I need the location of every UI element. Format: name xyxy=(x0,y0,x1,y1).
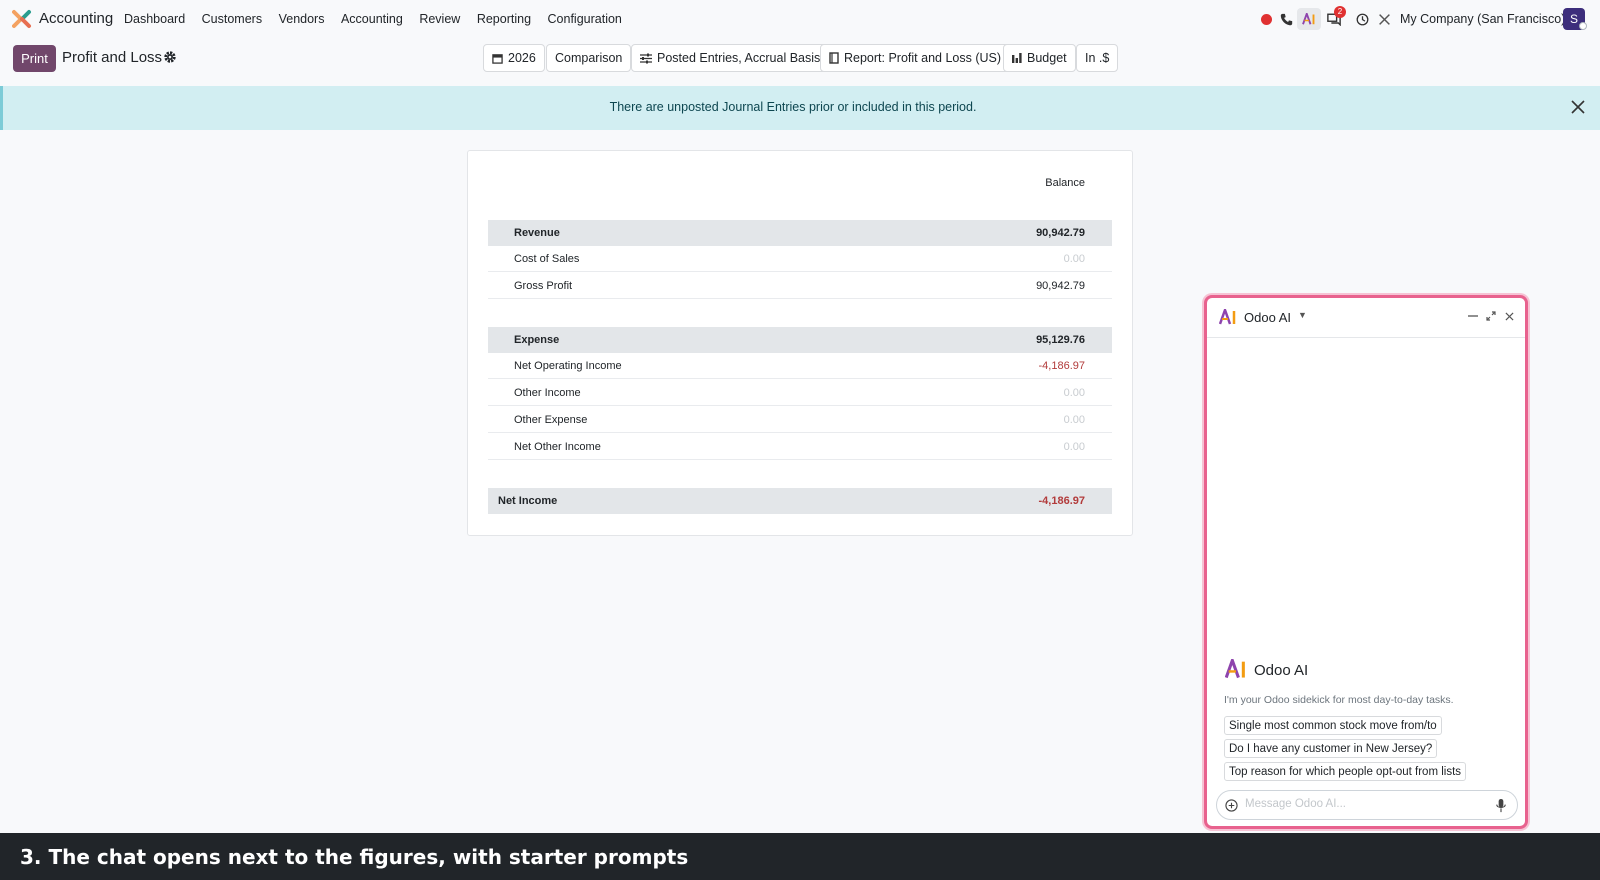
bar-chart-icon xyxy=(1012,53,1022,63)
table-row[interactable]: Other Expense 0.00 xyxy=(488,407,1112,433)
table-row[interactable]: Cost of Sales 0.00 xyxy=(488,246,1112,272)
alert-text: There are unposted Journal Entries prior… xyxy=(609,100,977,114)
row-value: 90,942.79 xyxy=(1036,227,1085,239)
company-switcher[interactable]: My Company (San Francisco) xyxy=(1400,12,1565,26)
microphone-icon[interactable] xyxy=(1495,798,1507,813)
row-value: 0.00 xyxy=(1063,386,1085,399)
date-filter-button[interactable]: 2026 xyxy=(483,44,545,72)
table-row[interactable]: Other Income 0.00 xyxy=(488,380,1112,406)
starter-prompt[interactable]: Do I have any customer in New Jersey? xyxy=(1224,739,1438,758)
odoo-ai-icon xyxy=(1225,659,1245,679)
table-row[interactable]: Net Operating Income -4,186.97 xyxy=(488,353,1112,379)
row-value: 0.00 xyxy=(1063,252,1085,265)
odoo-ai-chat-window: Odoo AI ▼ Odoo AI I'm your Odoo sidekick… xyxy=(1204,295,1528,829)
row-label: Gross Profit xyxy=(514,279,573,292)
presence-status-icon xyxy=(1579,22,1587,30)
close-icon[interactable] xyxy=(1570,99,1586,115)
row-value: -4,186.97 xyxy=(1038,495,1085,507)
print-button[interactable]: Print xyxy=(13,45,56,72)
odoo-ai-icon xyxy=(1219,309,1236,325)
menu-vendors[interactable]: Vendors xyxy=(279,12,325,26)
row-value: 0.00 xyxy=(1063,440,1085,453)
menu-accounting[interactable]: Accounting xyxy=(341,12,403,26)
comparison-label: Comparison xyxy=(555,51,623,65)
calendar-icon xyxy=(492,53,503,64)
row-label: Cost of Sales xyxy=(514,252,580,265)
phone-icon[interactable] xyxy=(1278,11,1294,27)
close-icon[interactable] xyxy=(1503,309,1515,323)
row-label: Other Expense xyxy=(514,413,588,426)
report-variant-button[interactable]: Report: Profit and Loss (US) xyxy=(820,44,1011,72)
chat-title[interactable]: Odoo AI xyxy=(1244,310,1291,325)
report-variant-label: Report: Profit and Loss (US) xyxy=(844,51,1002,65)
table-row[interactable]: Revenue 90,942.79 xyxy=(488,220,1112,246)
tutorial-caption: 3. The chat opens next to the figures, w… xyxy=(0,833,1600,880)
welcome-title: Odoo AI xyxy=(1254,662,1309,679)
chevron-down-icon[interactable]: ▼ xyxy=(1298,310,1307,320)
row-label: Revenue xyxy=(514,227,560,239)
activity-clock-icon[interactable] xyxy=(1354,11,1370,27)
recording-icon[interactable] xyxy=(1258,11,1274,27)
table-row[interactable]: Net Other Income 0.00 xyxy=(488,434,1112,460)
entries-filter-button[interactable]: Posted Entries, Accrual Basis xyxy=(631,44,830,72)
odoo-ai-tray-button[interactable] xyxy=(1297,8,1321,30)
gear-icon[interactable] xyxy=(163,50,177,64)
welcome-subtitle: I'm your Odoo sidekick for most day-to-d… xyxy=(1224,694,1454,706)
currency-button[interactable]: In .$ xyxy=(1076,44,1119,72)
caption-text: 3. The chat opens next to the figures, w… xyxy=(20,845,689,869)
starter-prompt[interactable]: Top reason for which people opt-out from… xyxy=(1224,762,1467,781)
table-row[interactable]: Gross Profit 90,942.79 xyxy=(488,273,1112,299)
messages-badge: 2 xyxy=(1334,6,1346,18)
book-icon xyxy=(829,52,839,64)
row-value: 95,129.76 xyxy=(1036,334,1085,346)
row-value: 0.00 xyxy=(1063,413,1085,426)
budget-label: Budget xyxy=(1027,51,1067,65)
add-attachment-icon[interactable] xyxy=(1225,799,1238,812)
main-menu: Dashboard Customers Vendors Accounting R… xyxy=(124,12,638,26)
row-value: -4,186.97 xyxy=(1038,359,1085,372)
balance-column-header: Balance xyxy=(1045,177,1085,189)
app-name[interactable]: Accounting xyxy=(39,10,113,27)
menu-dashboard[interactable]: Dashboard xyxy=(124,12,185,26)
row-label: Net Operating Income xyxy=(514,359,622,372)
menu-configuration[interactable]: Configuration xyxy=(548,12,622,26)
top-navbar: Accounting Dashboard Customers Vendors A… xyxy=(0,0,1600,38)
menu-reporting[interactable]: Reporting xyxy=(477,12,531,26)
profit-loss-report: Balance Revenue 90,942.79 Cost of Sales … xyxy=(467,150,1133,536)
row-value: 90,942.79 xyxy=(1036,279,1085,292)
currency-label: In .$ xyxy=(1085,51,1110,65)
comparison-button[interactable]: Comparison xyxy=(546,44,632,72)
chat-composer xyxy=(1216,790,1518,820)
accounting-app-icon[interactable] xyxy=(12,9,32,29)
row-label: Expense xyxy=(514,334,560,346)
minimize-icon[interactable] xyxy=(1467,309,1479,323)
message-input[interactable] xyxy=(1245,798,1485,810)
starter-prompt[interactable]: Single most common stock move from/to xyxy=(1224,716,1442,735)
tools-icon[interactable] xyxy=(1376,11,1392,27)
row-label: Net Income xyxy=(498,495,558,507)
row-label: Other Income xyxy=(514,386,581,399)
odoo-ai-icon xyxy=(1302,13,1315,25)
row-label: Net Other Income xyxy=(514,440,601,453)
sliders-icon xyxy=(640,53,652,64)
table-row[interactable]: Expense 95,129.76 xyxy=(488,327,1112,353)
page-title: Profit and Loss xyxy=(62,49,163,66)
expand-icon[interactable] xyxy=(1485,309,1497,323)
budget-button[interactable]: Budget xyxy=(1003,44,1076,72)
unposted-entries-alert: There are unposted Journal Entries prior… xyxy=(0,86,1600,130)
chat-header[interactable]: Odoo AI ▼ xyxy=(1207,298,1525,338)
entries-filter-label: Posted Entries, Accrual Basis xyxy=(657,51,821,65)
menu-review[interactable]: Review xyxy=(419,12,460,26)
date-filter-label: 2026 xyxy=(508,51,536,65)
menu-customers[interactable]: Customers xyxy=(202,12,262,26)
net-income-row[interactable]: Net Income -4,186.97 xyxy=(488,488,1112,514)
